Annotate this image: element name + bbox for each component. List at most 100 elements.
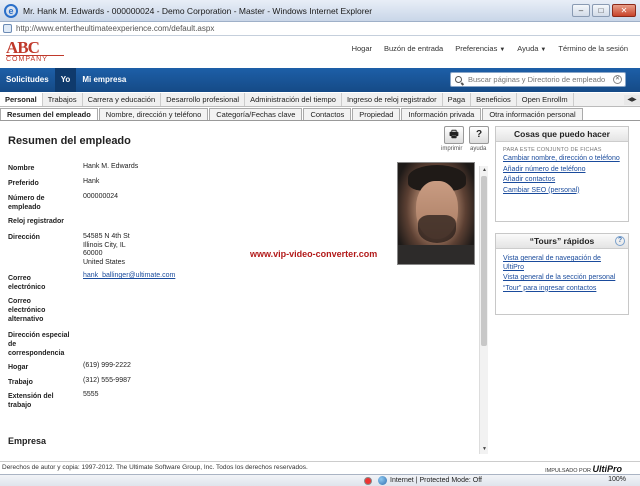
panel-cosas: Cosas que puedo hacer PARA ESTE CONJUNTO… <box>495 126 629 222</box>
status-bar: Internet | Protected Mode: Off 100% <box>0 474 640 486</box>
scroll-up-icon[interactable]: ▲ <box>480 166 489 175</box>
main-content: Resumen del empleado 🖶 imprimir ? ayuda … <box>0 122 490 460</box>
zone-text: Internet | Protected Mode: Off <box>390 477 482 484</box>
photo-beard <box>418 215 456 243</box>
page-title: Resumen del empleado <box>8 135 131 147</box>
tab-scroll-arrows-icon[interactable]: ◀▶ <box>624 95 640 105</box>
window-titlebar: e Mr. Hank M. Edwards - 000000024 - Demo… <box>0 0 640 22</box>
link-anadir-contactos[interactable]: Añadir contactos <box>503 176 621 185</box>
link-preferencias[interactable]: Preferencias ▼ <box>455 44 505 53</box>
label-direccion-especial: Dirección especial de correspondencia <box>8 332 70 357</box>
label-correo-alternativo: Correo electrónico alternativo <box>8 298 46 323</box>
label-correo: Correo electrónico <box>8 275 46 291</box>
email-link[interactable]: hank_ballinger@ultimate.com <box>83 272 175 281</box>
company-logo[interactable]: ABC COMPANY <box>6 38 64 64</box>
tab-trabajos[interactable]: Trabajos <box>43 93 83 106</box>
label-nombre: Nombre <box>8 165 35 172</box>
subtab-categoria[interactable]: Categoría/Fechas clave <box>209 108 303 120</box>
window-title: Mr. Hank M. Edwards - 000000024 - Demo C… <box>23 5 373 16</box>
panel-cosas-title: Cosas que puedo hacer <box>496 127 628 142</box>
subtab-resumen[interactable]: Resumen del empleado <box>0 108 98 120</box>
maximize-icon[interactable]: □ <box>592 4 610 17</box>
tab-personal[interactable]: Personal <box>0 93 43 106</box>
app-header: ABC COMPANY Hogar Buzón de entrada Prefe… <box>0 36 640 68</box>
ie-icon: e <box>4 3 18 18</box>
link-cambiar-nombre[interactable]: Cambiar nombre, dirección o teléfono <box>503 155 621 164</box>
photo-shirt <box>398 245 474 264</box>
value-direccion-3: 60000 <box>83 250 103 257</box>
tab-reloj[interactable]: Ingreso de reloj registrador <box>342 93 443 106</box>
label-extension: Extensión del trabajo <box>8 393 54 409</box>
subtab-otra[interactable]: Otra información personal <box>482 108 583 120</box>
page-footer: Derechos de autor y copia: 1997-2012. Th… <box>0 461 640 474</box>
subtab-contactos[interactable]: Contactos <box>303 108 352 120</box>
value-direccion-4: United States <box>83 258 126 266</box>
help-icon[interactable]: ? <box>469 126 489 144</box>
print-icon[interactable]: 🖶 <box>444 126 464 144</box>
nav-solicitudes[interactable]: Solicitudes <box>0 68 55 92</box>
label-reloj: Reloj registrador <box>8 218 65 225</box>
minimize-icon[interactable]: – <box>572 4 590 17</box>
address-bar[interactable]: http://www.entertheultimateexperience.co… <box>0 22 640 36</box>
logo-subtext: COMPANY <box>6 55 64 64</box>
secondary-tabs: Resumen del empleado Nombre, dirección y… <box>0 108 640 121</box>
close-icon[interactable]: ✕ <box>612 4 636 17</box>
subtab-propiedad[interactable]: Propiedad <box>352 108 401 120</box>
value-preferido: Hank <box>83 178 100 185</box>
link-ayuda[interactable]: Ayuda ▼ <box>517 44 546 53</box>
link-buzon[interactable]: Buzón de entrada <box>384 44 443 53</box>
ultipro-logo: UltiPro <box>592 464 622 474</box>
search-input[interactable] <box>468 75 618 84</box>
scroll-thumb[interactable] <box>481 176 487 346</box>
value-hogar: (619) 999-2222 <box>83 362 131 369</box>
link-tour-contactos[interactable]: “Tour” para ingresar contactos <box>503 285 621 294</box>
clear-icon[interactable]: ✕ <box>613 75 622 84</box>
link-tour-navegacion[interactable]: Vista general de navegación de UltiPro <box>503 255 621 272</box>
scroll-down-icon[interactable]: ▼ <box>480 445 489 454</box>
help-label[interactable]: ayuda <box>470 146 486 152</box>
employee-photo <box>397 162 475 265</box>
ayuda-label: Ayuda <box>517 44 539 53</box>
page-icon <box>3 24 12 33</box>
link-logout[interactable]: Término de la sesión <box>558 44 628 53</box>
tab-open-enrollment[interactable]: Open Enrollm <box>517 93 574 106</box>
security-icon[interactable] <box>364 477 372 485</box>
link-anadir-telefono[interactable]: Añadir número de teléfono <box>503 166 621 175</box>
panel-tours-title: “Tours” rápidos <box>496 234 628 249</box>
label-preferido: Preferido <box>8 180 39 187</box>
powered-by: IMPULSADO POR UltiPro <box>545 464 622 474</box>
address-url[interactable]: http://www.entertheultimateexperience.co… <box>16 24 214 33</box>
main-scrollbar[interactable]: ▲ ▼ <box>479 166 488 454</box>
panel-tours: “Tours” rápidos ? Vista general de naveg… <box>495 233 629 315</box>
tab-paga[interactable]: Paga <box>443 93 472 106</box>
subtab-privada[interactable]: Información privada <box>401 108 482 120</box>
value-extension: 5555 <box>83 391 99 398</box>
label-numero: Número de empleado <box>8 195 45 211</box>
chevron-down-icon: ▼ <box>499 47 506 53</box>
tab-desarrollo[interactable]: Desarrollo profesional <box>161 93 246 106</box>
nav-yo[interactable]: Yo <box>54 68 77 92</box>
search-icon[interactable] <box>455 76 462 83</box>
logo-text: ABC <box>6 38 40 57</box>
nav-mi-empresa[interactable]: Mi empresa <box>76 68 132 92</box>
search-box[interactable]: ✕ <box>450 72 626 87</box>
help-icon[interactable]: ? <box>615 236 625 246</box>
globe-icon <box>378 476 387 485</box>
preferencias-label: Preferencias <box>455 44 498 53</box>
value-direccion-2: Illinois City, IL <box>83 241 126 249</box>
value-direccion-1: 54585 N 4th St <box>83 233 130 240</box>
link-cambiar-seo[interactable]: Cambiar SEO (personal) <box>503 187 621 196</box>
link-hogar[interactable]: Hogar <box>352 44 372 53</box>
security-zone[interactable]: Internet | Protected Mode: Off <box>378 476 482 485</box>
label-hogar: Hogar <box>8 364 29 371</box>
subtab-nombre[interactable]: Nombre, dirección y teléfono <box>98 108 209 120</box>
tab-carrera[interactable]: Carrera y educación <box>83 93 162 106</box>
primary-tabs: Personal Trabajos Carrera y educación De… <box>0 93 640 107</box>
link-tour-personal[interactable]: Vista general de la sección personal <box>503 274 621 283</box>
zoom-level[interactable]: 100% <box>608 476 626 483</box>
print-label[interactable]: imprimir <box>441 146 462 152</box>
tab-beneficios[interactable]: Beneficios <box>471 93 517 106</box>
main-navbar: Solicitudes Yo Mi empresa ✕ <box>0 68 640 92</box>
tab-tiempo[interactable]: Administración del tiempo <box>245 93 342 106</box>
section-empresa: Empresa <box>8 436 47 446</box>
